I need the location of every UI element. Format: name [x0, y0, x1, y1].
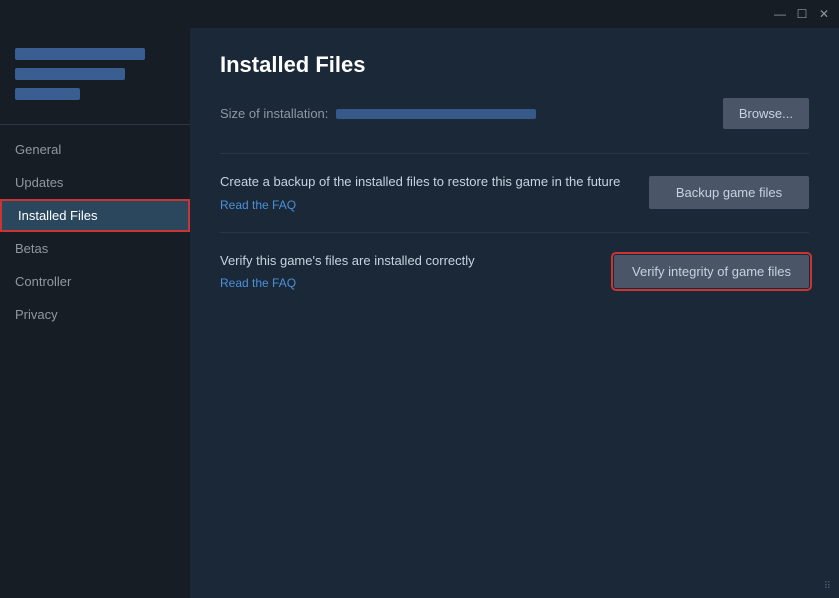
- install-size-row: Size of installation: Browse...: [220, 98, 809, 129]
- sidebar: General Updates Installed Files Betas Co…: [0, 28, 190, 598]
- verify-integrity-button[interactable]: Verify integrity of game files: [614, 255, 809, 288]
- minimize-button[interactable]: —: [773, 7, 787, 21]
- verify-info: Verify this game's files are installed c…: [220, 251, 614, 293]
- sidebar-item-general[interactable]: General: [0, 133, 190, 166]
- backup-faq-link[interactable]: Read the FAQ: [220, 198, 296, 212]
- game-info: [0, 38, 190, 125]
- backup-description: Create a backup of the installed files t…: [220, 172, 629, 192]
- browse-button[interactable]: Browse...: [723, 98, 809, 129]
- install-size-value: [336, 109, 536, 119]
- sidebar-item-controller[interactable]: Controller: [0, 265, 190, 298]
- maximize-button[interactable]: ☐: [795, 7, 809, 21]
- install-size-label: Size of installation:: [220, 106, 536, 121]
- dots-icon: ⠿: [824, 581, 831, 592]
- game-title-line1: [15, 48, 145, 60]
- sidebar-nav: General Updates Installed Files Betas Co…: [0, 125, 190, 331]
- backup-game-files-button[interactable]: Backup game files: [649, 176, 809, 209]
- game-title-line3: [15, 88, 80, 100]
- content-area: Installed Files Size of installation: Br…: [190, 28, 839, 598]
- verify-row: Verify this game's files are installed c…: [220, 232, 809, 311]
- game-title-line2: [15, 68, 125, 80]
- verify-description: Verify this game's files are installed c…: [220, 251, 594, 271]
- sidebar-item-installed-files[interactable]: Installed Files: [0, 199, 190, 232]
- app-body: General Updates Installed Files Betas Co…: [0, 28, 839, 598]
- sidebar-item-privacy[interactable]: Privacy: [0, 298, 190, 331]
- page-title: Installed Files: [220, 52, 809, 78]
- backup-row: Create a backup of the installed files t…: [220, 153, 809, 232]
- title-bar: — ☐ ✕: [0, 0, 839, 28]
- backup-info: Create a backup of the installed files t…: [220, 172, 649, 214]
- sidebar-item-betas[interactable]: Betas: [0, 232, 190, 265]
- verify-faq-link[interactable]: Read the FAQ: [220, 276, 296, 290]
- close-button[interactable]: ✕: [817, 7, 831, 21]
- sidebar-item-updates[interactable]: Updates: [0, 166, 190, 199]
- install-size-text: Size of installation:: [220, 106, 328, 121]
